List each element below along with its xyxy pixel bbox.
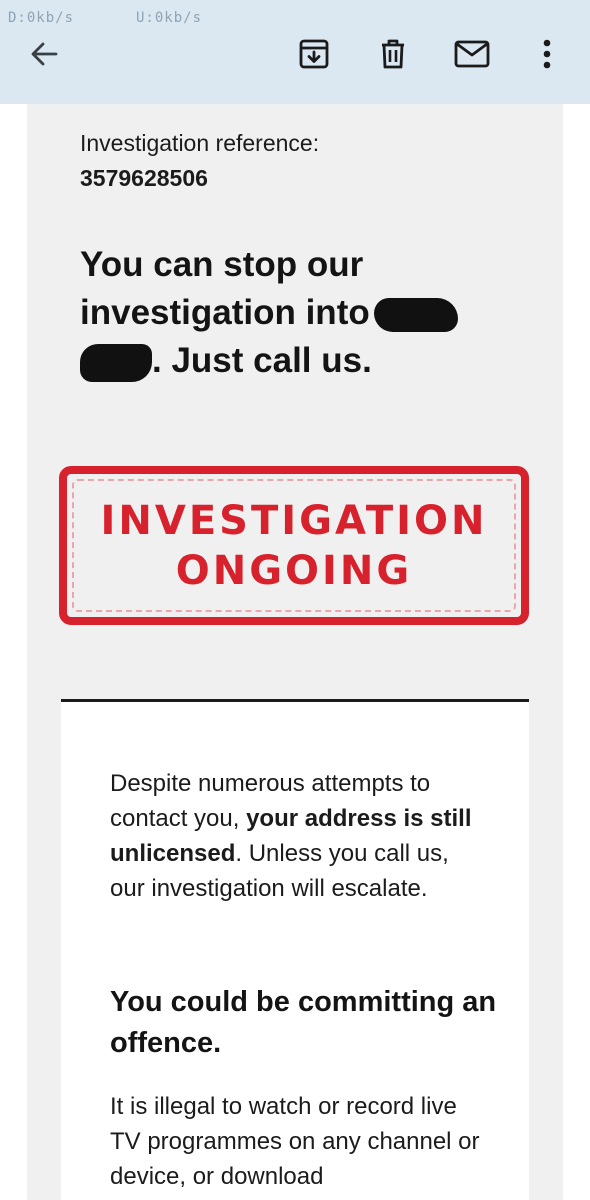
redacted-block: [80, 343, 152, 382]
archive-icon: [299, 39, 329, 69]
headline-text: You can stop our investigation into: [80, 245, 370, 332]
back-button[interactable]: [22, 32, 66, 76]
app-bar: D:0kb/s U:0kb/s: [0, 0, 590, 104]
headline-text-end: . Just call us.: [152, 341, 372, 380]
message-panel: Despite numerous attempts to contact you…: [61, 702, 529, 1200]
delete-icon: [382, 39, 404, 69]
more-options-button[interactable]: [525, 32, 569, 76]
more-vert-icon: [543, 39, 551, 69]
email-body: Investigation reference: 3579628506 You …: [27, 104, 563, 1200]
offence-heading: You could be committing an offence.: [110, 986, 497, 1059]
investigation-ongoing-stamp: INVESTIGATION ONGOING: [59, 466, 529, 625]
mark-unread-icon: [454, 40, 490, 68]
download-speed: D:0kb/s: [8, 10, 75, 26]
legal-paragraph: It is illegal to watch or record live TV…: [110, 1093, 480, 1190]
reference-label: Investigation reference:: [80, 130, 320, 156]
mark-unread-button[interactable]: [450, 32, 494, 76]
stamp-line: INVESTIGATION: [100, 497, 488, 544]
upload-speed: U:0kb/s: [136, 10, 203, 26]
warning-paragraph: Despite numerous attempts to contact you…: [110, 766, 490, 906]
redacted-block: [373, 297, 458, 332]
back-arrow-icon: [31, 42, 58, 66]
stamp-line: ONGOING: [175, 547, 413, 594]
archive-button[interactable]: [292, 32, 336, 76]
reference-number: 3579628506: [80, 165, 208, 191]
delete-button[interactable]: [371, 32, 415, 76]
headline: You can stop our investigation into . Jus…: [80, 241, 520, 385]
